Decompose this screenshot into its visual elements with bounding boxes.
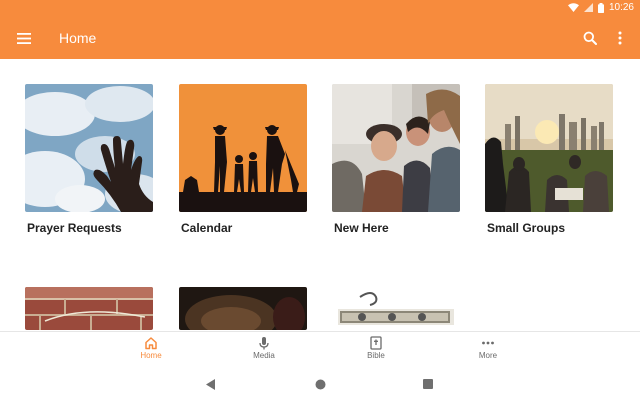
- status-bar: 10:26: [0, 0, 640, 17]
- family-silhouette-sunset-photo: [179, 84, 307, 212]
- tile-calendar[interactable]: Calendar: [179, 84, 307, 235]
- brick-wall-photo: [25, 287, 153, 330]
- status-time: 10:26: [608, 2, 634, 13]
- bottom-navigation: Home Media Bible More: [0, 331, 640, 369]
- nav-media[interactable]: Media: [234, 336, 294, 360]
- dark-texture-photo: [179, 287, 307, 330]
- system-navigation-bar: [0, 369, 640, 400]
- more-vertical-icon[interactable]: [608, 26, 632, 50]
- tile-label: Calendar: [181, 221, 233, 235]
- sky-hand-photo: [25, 84, 153, 212]
- battery-icon: [597, 2, 604, 13]
- recents-icon[interactable]: [421, 377, 435, 391]
- nav-label: Bible: [367, 351, 385, 360]
- nav-bible[interactable]: Bible: [346, 336, 406, 360]
- signal-icon: [583, 3, 593, 12]
- hamburger-menu-icon[interactable]: [12, 26, 36, 50]
- back-icon[interactable]: [204, 377, 218, 391]
- home-circle-icon[interactable]: [313, 377, 327, 391]
- search-icon[interactable]: [578, 26, 602, 50]
- tile-label: Prayer Requests: [27, 221, 122, 235]
- wifi-icon: [567, 3, 579, 12]
- tile-small-groups[interactable]: Small Groups: [485, 84, 613, 235]
- tile-partial-1[interactable]: [25, 287, 153, 330]
- more-horizontal-icon: [482, 341, 494, 345]
- tile-label: Small Groups: [487, 221, 566, 235]
- city-picnic-sunset-photo: [485, 84, 613, 212]
- nav-label: Media: [253, 351, 275, 360]
- tile-partial-2[interactable]: [179, 287, 307, 330]
- home-icon: [145, 337, 157, 350]
- tile-prayer-requests[interactable]: Prayer Requests: [25, 84, 153, 235]
- nav-label: Home: [140, 351, 162, 360]
- nav-more[interactable]: More: [458, 336, 518, 360]
- tile-label: New Here: [334, 221, 389, 235]
- microphone-icon: [259, 337, 269, 350]
- app-bar: Home: [0, 17, 640, 59]
- page-title: Home: [59, 30, 97, 46]
- status-icons: 10:26: [567, 2, 634, 13]
- bible-icon: [370, 336, 382, 350]
- nav-label: More: [478, 351, 498, 360]
- four-ridge-logo: [332, 287, 460, 330]
- tile-partial-3[interactable]: [332, 287, 460, 330]
- app-screen: 10:26 Home Prayer Requests Calendar New …: [0, 0, 640, 400]
- nav-home[interactable]: Home: [121, 336, 181, 360]
- tile-new-here[interactable]: New Here: [332, 84, 460, 235]
- friends-laughing-photo: [332, 84, 460, 212]
